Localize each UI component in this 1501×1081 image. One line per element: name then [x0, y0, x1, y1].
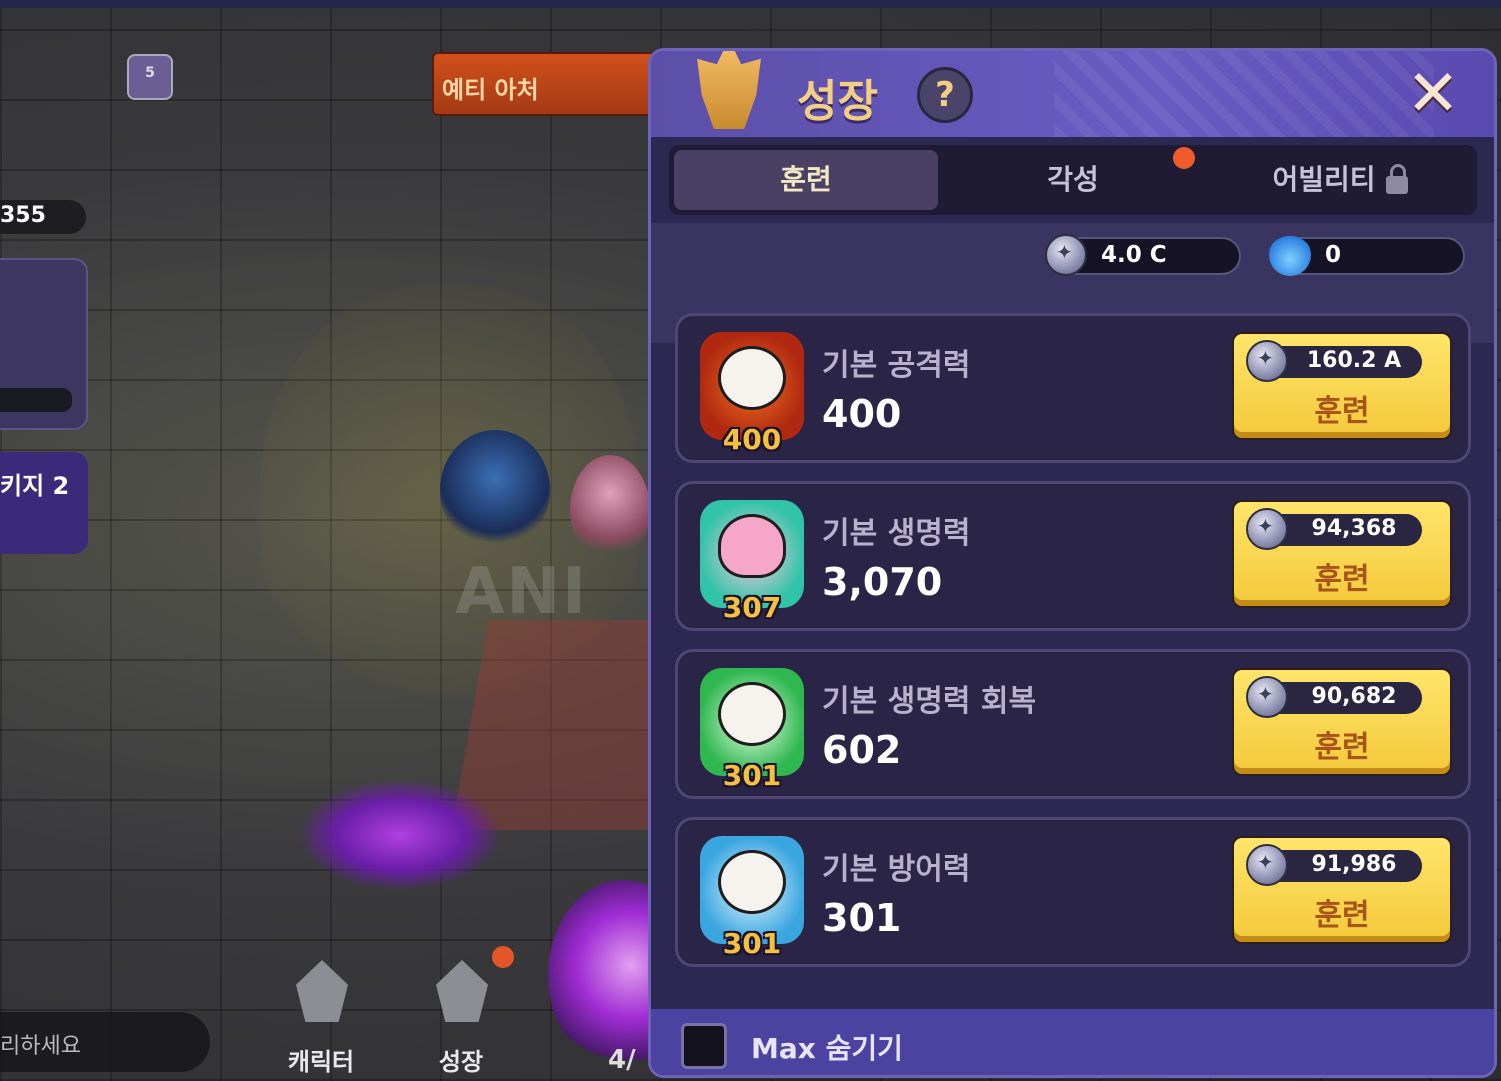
- tab-ability-label: 어빌리티: [1272, 163, 1376, 196]
- left-progress-bar: [0, 388, 72, 412]
- hide-max-label[interactable]: Max 숨기기: [751, 1027, 903, 1067]
- blue-flame-value: 0: [1325, 242, 1342, 268]
- boss-health-bar: 예티 아처: [432, 52, 662, 116]
- header-pattern: [1054, 51, 1434, 137]
- stat-name: 기본 생명력: [822, 516, 971, 551]
- left-quest-text: 키지 2: [0, 472, 70, 500]
- stat-name: 기본 생명력 회복: [822, 684, 1037, 719]
- stage-badge[interactable]: 5: [127, 54, 173, 100]
- character-icon: [296, 960, 348, 1022]
- wave-counter: 4/: [608, 1045, 636, 1075]
- nav-growth-label: 성장: [438, 1048, 484, 1076]
- cost-value: 94,368: [1311, 516, 1397, 541]
- stat-value: 602: [822, 728, 902, 772]
- train-button[interactable]: 94,368 훈련: [1232, 500, 1452, 608]
- tab-bar: 훈련 각성 어빌리티: [669, 145, 1477, 215]
- close-button[interactable]: ✕: [1402, 62, 1464, 126]
- nav-growth-button[interactable]: 성장: [406, 950, 516, 1081]
- panel-title: 성장: [797, 76, 878, 127]
- tab-ability[interactable]: 어빌리티: [1208, 150, 1472, 210]
- stat-value: 3,070: [822, 560, 943, 604]
- cost-value: 91,986: [1311, 852, 1397, 877]
- train-button-label: 훈련: [1314, 730, 1370, 765]
- growth-icon: [436, 960, 488, 1022]
- panel-body: 훈련 각성 어빌리티 4.0 C 0 400: [651, 137, 1494, 1075]
- train-button[interactable]: 90,682 훈련: [1232, 668, 1452, 776]
- stat-level: 301: [722, 927, 782, 960]
- floor-watermark: ANI: [455, 555, 588, 629]
- stat-level: 307: [722, 591, 782, 624]
- cost-pill: 94,368: [1246, 508, 1422, 550]
- growth-panel: 성장 ? ✕ 훈련 각성 어빌리티 4.0 C 0: [648, 48, 1497, 1078]
- train-button[interactable]: 160.2 A 훈련: [1232, 332, 1452, 440]
- stat-level: 301: [722, 759, 782, 792]
- stat-card-regen: 301 기본 생명력 회복 602 90,682 훈련: [675, 649, 1471, 799]
- monster: [300, 780, 500, 890]
- train-button-label: 훈련: [1314, 394, 1370, 429]
- heart-icon: [718, 514, 786, 578]
- attack-character-face: [718, 346, 786, 410]
- stat-value: 400: [822, 392, 902, 436]
- left-counter-value: 355: [0, 203, 46, 228]
- cost-pill: 90,682: [1246, 676, 1422, 718]
- chat-input[interactable]: 리하세요: [0, 1012, 210, 1072]
- tab-awakening[interactable]: 각성: [941, 150, 1205, 210]
- train-button-label: 훈련: [1314, 562, 1370, 597]
- boss-name: 예티 아처: [442, 76, 539, 104]
- regen-portrait: 301: [700, 668, 804, 792]
- heart-portrait: 307: [700, 500, 804, 624]
- help-button[interactable]: ?: [917, 67, 973, 123]
- regen-character-face: [718, 682, 786, 746]
- silver-coin-icon: [1246, 844, 1288, 886]
- player-character: [440, 430, 550, 550]
- left-counter: 355: [0, 200, 86, 234]
- left-info-panel[interactable]: [0, 258, 88, 430]
- panel-footer: Max 숨기기: [651, 1009, 1494, 1075]
- silver-coin-icon: [1246, 508, 1288, 550]
- cost-pill: 160.2 A: [1246, 340, 1422, 382]
- silver-coin-icon: [1246, 340, 1288, 382]
- hide-max-checkbox[interactable]: [681, 1023, 727, 1069]
- attack-portrait: 400: [700, 332, 804, 456]
- panel-header: 성장 ? ✕: [651, 51, 1494, 137]
- left-quest-panel[interactable]: 키지 2: [0, 452, 88, 554]
- ally-character: [570, 455, 650, 565]
- train-button[interactable]: 91,986 훈련: [1232, 836, 1452, 944]
- growth-flame-icon: [697, 51, 761, 129]
- defense-character-face: [718, 850, 786, 914]
- stat-name: 기본 공격력: [822, 348, 971, 383]
- nav-character-label: 캐릭터: [287, 1048, 355, 1076]
- cost-value: 160.2 A: [1306, 348, 1402, 373]
- chat-placeholder: 리하세요: [0, 1034, 81, 1059]
- stat-card-attack: 400 기본 공격력 400 160.2 A 훈련: [675, 313, 1471, 463]
- cost-value: 90,682: [1311, 684, 1397, 709]
- stat-list: 400 기본 공격력 400 160.2 A 훈련 307 기본: [651, 267, 1494, 1009]
- lock-icon: [1385, 164, 1408, 194]
- nav-notification-dot: [492, 946, 514, 968]
- cost-pill: 91,986: [1246, 844, 1422, 886]
- top-strip: [0, 0, 1501, 8]
- awakening-notification-dot: [1173, 147, 1195, 169]
- stat-level: 400: [722, 423, 782, 456]
- train-button-label: 훈련: [1314, 898, 1370, 933]
- stage-badge-number: 5: [145, 65, 155, 81]
- tab-training[interactable]: 훈련: [674, 150, 938, 210]
- silver-coin-value: 4.0 C: [1101, 242, 1167, 268]
- stat-value: 301: [822, 896, 902, 940]
- silver-coin-icon: [1246, 676, 1288, 718]
- stat-card-hp: 307 기본 생명력 3,070 94,368 훈련: [675, 481, 1471, 631]
- stat-name: 기본 방어력: [822, 852, 971, 887]
- nav-character-button[interactable]: 캐릭터: [266, 950, 376, 1081]
- defense-portrait: 301: [700, 836, 804, 960]
- stat-card-defense: 301 기본 방어력 301 91,986 훈련: [675, 817, 1471, 967]
